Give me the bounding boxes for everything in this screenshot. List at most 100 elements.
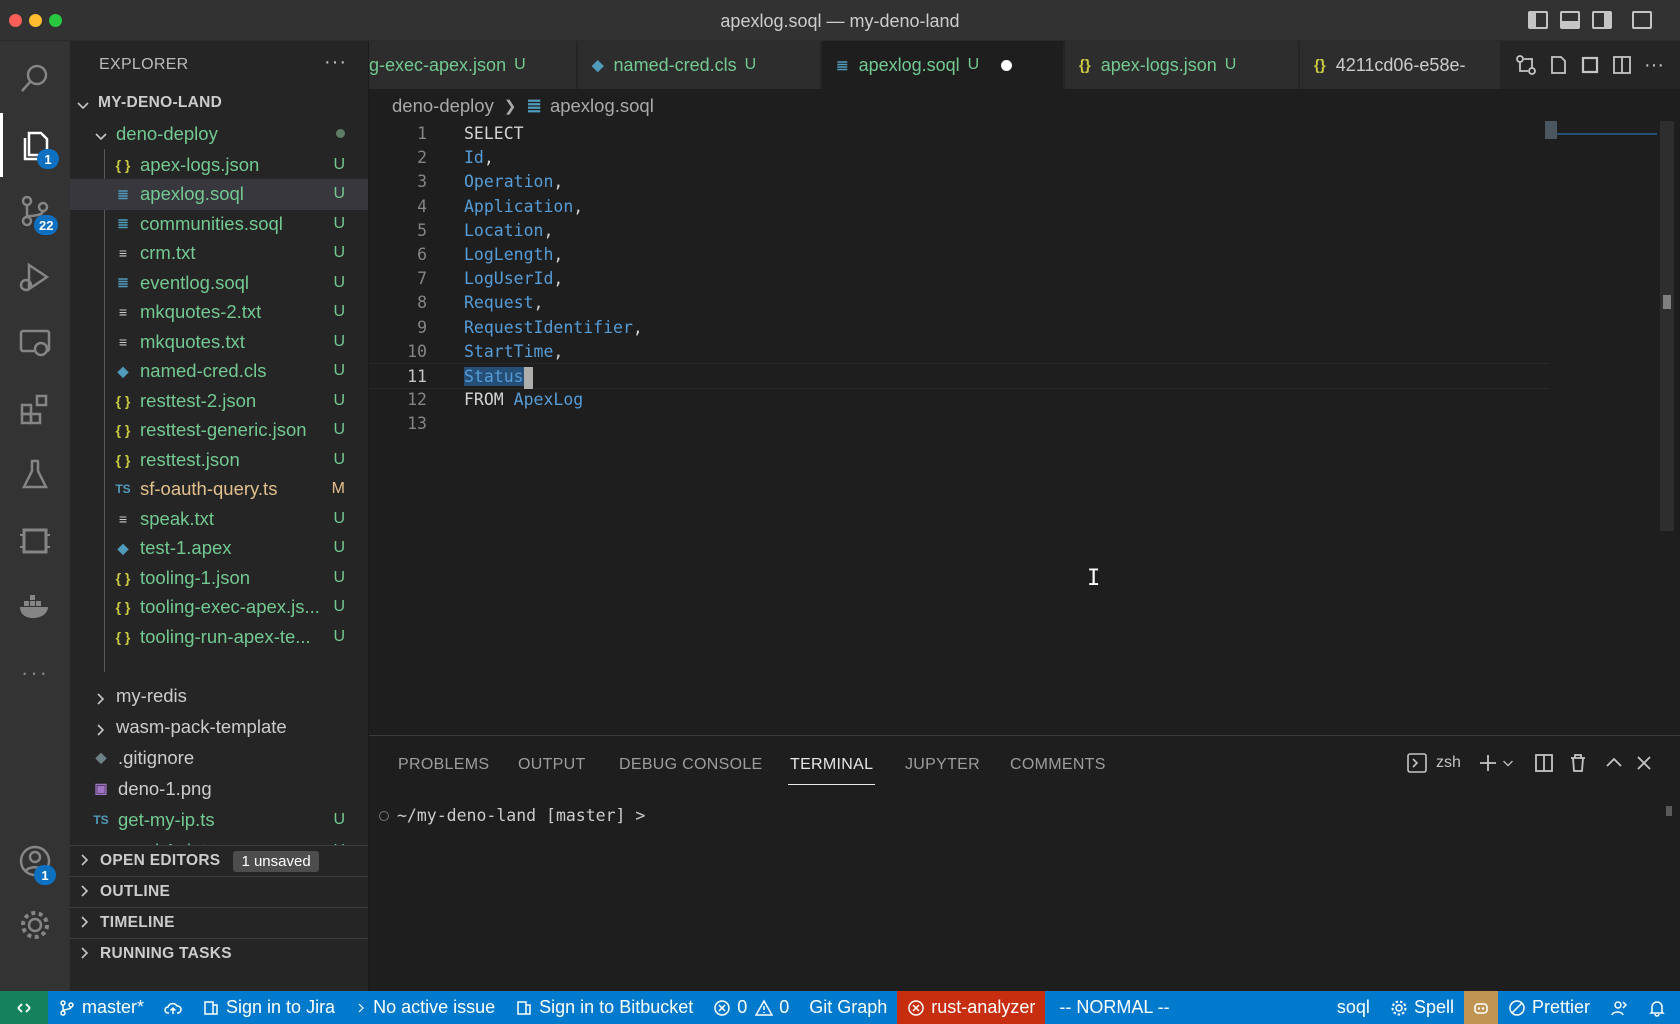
running-tasks-section[interactable]: RUNNING TASKS <box>70 938 368 969</box>
problems-indicator[interactable]: 0 0 <box>703 991 799 1024</box>
code-line[interactable]: 11 Status <box>369 363 1549 389</box>
live-share-item[interactable] <box>1600 991 1638 1024</box>
explorer-more-actions-icon[interactable]: ··· <box>324 51 347 74</box>
file-item[interactable]: TS sf-oauth-query.ts M <box>70 474 368 505</box>
copilot-status[interactable] <box>1463 991 1498 1024</box>
file-item[interactable]: ≡ crm.txt U <box>70 238 368 269</box>
source-control-icon[interactable]: 22 <box>0 179 70 243</box>
open-changes-icon[interactable] <box>1547 54 1569 76</box>
docker-icon[interactable] <box>0 575 70 639</box>
code-line[interactable]: 7 LogUserId, <box>369 266 1549 292</box>
code-line[interactable]: 12 FROM ApexLog <box>369 387 1549 413</box>
close-panel-icon[interactable] <box>1633 752 1655 774</box>
unsaved-dot-icon[interactable] <box>1001 59 1013 71</box>
code-line[interactable]: 9 RequestIdentifier, <box>369 315 1549 341</box>
tab-apex-logs-json[interactable]: {} apex-logs.json U <box>1065 41 1299 89</box>
testing-flask-icon[interactable] <box>0 443 70 507</box>
code-line[interactable]: 5 Location, <box>369 218 1549 244</box>
extensions-icon[interactable] <box>0 377 70 441</box>
code-line[interactable]: 2 Id, <box>369 145 1549 171</box>
tab-tooling-exec-apex-json[interactable]: g-exec-apex.json U <box>369 41 577 89</box>
notifications-item[interactable] <box>1638 991 1680 1024</box>
code-line[interactable]: 13 <box>369 411 1549 437</box>
compare-changes-icon[interactable] <box>1515 54 1537 76</box>
git-graph-button[interactable]: Git Graph <box>799 991 897 1024</box>
toggle-primary-sidebar-icon[interactable] <box>1528 11 1548 29</box>
tab-apexlog-soql[interactable]: ≣ apexlog.soql U <box>822 41 1064 89</box>
tab-named-cred-cls[interactable]: ◆ named-cred.cls U <box>578 41 821 89</box>
settings-gear-icon[interactable] <box>0 893 70 957</box>
file-item[interactable]: { } resttest-2.json U <box>70 385 368 416</box>
file-item[interactable]: { } resttest-generic.json U <box>70 415 368 446</box>
toggle-panel-icon[interactable] <box>1560 11 1580 29</box>
file-item[interactable]: ≡ speak.txt U <box>70 503 368 534</box>
jira-sign-in[interactable]: Sign in to Jira <box>192 991 345 1024</box>
search-icon[interactable] <box>0 47 70 111</box>
file-item[interactable]: { } apex-logs.json U <box>70 149 368 180</box>
terminal-prompt-line[interactable]: ~/my-deno-land [master] > <box>379 806 645 825</box>
language-mode-selector[interactable]: soql <box>1327 991 1380 1024</box>
remote-explorer-icon[interactable] <box>0 311 70 375</box>
file-item[interactable]: { } tooling-exec-apex.js... U <box>70 592 368 623</box>
remote-indicator[interactable] <box>0 991 48 1024</box>
new-terminal-button[interactable] <box>1477 752 1515 774</box>
file-item[interactable]: ≣ apexlog.soql U <box>70 178 368 210</box>
file-item[interactable]: { } tooling-1.json U <box>70 562 368 593</box>
timeline-section[interactable]: TIMELINE <box>70 907 368 938</box>
accounts-icon[interactable]: 1 <box>0 829 70 893</box>
terminal-shell-selector[interactable]: zsh <box>1406 752 1461 774</box>
active-issue-item[interactable]: No active issue <box>345 991 505 1024</box>
folder-my-redis[interactable]: my-redis <box>70 680 368 711</box>
kill-terminal-trash-icon[interactable] <box>1567 752 1589 774</box>
split-editor-icon[interactable] <box>1611 54 1633 76</box>
code-line[interactable]: 4 Application, <box>369 194 1549 220</box>
file-item[interactable]: { } resttest.json U <box>70 444 368 475</box>
file-item[interactable]: ≡ mkquotes-2.txt U <box>70 297 368 328</box>
file-item[interactable]: ≡ mkquotes.txt U <box>70 326 368 357</box>
open-editors-section[interactable]: OPEN EDITORS 1 unsaved <box>70 845 368 876</box>
code-editor[interactable]: 1 SELECT 2 Id, 3 Operation, 4 Application, 5 Loca… <box>369 121 1680 735</box>
code-line[interactable]: 1 SELECT <box>369 121 1549 147</box>
tab-debug-console[interactable]: DEBUG CONSOLE <box>619 756 763 774</box>
file-item[interactable]: ≣ eventlog.soql U <box>70 267 368 298</box>
file-deno-1-png[interactable]: ▣ deno-1.png <box>70 773 368 804</box>
code-line[interactable]: 3 Operation, <box>369 169 1549 195</box>
rust-analyzer-status[interactable]: rust-analyzer <box>897 991 1046 1024</box>
code-line[interactable]: 10 StartTime, <box>369 339 1549 365</box>
maximize-panel-chevron-up-icon[interactable] <box>1603 752 1625 774</box>
folder-wasm-pack-template[interactable]: wasm-pack-template <box>70 711 368 742</box>
file-get-my-ip-ts[interactable]: TS get-my-ip.ts U <box>70 804 368 835</box>
code-line[interactable]: 8 Request, <box>369 290 1549 316</box>
file-gitignore[interactable]: ◆ .gitignore <box>70 742 368 773</box>
split-terminal-icon[interactable] <box>1533 752 1555 774</box>
tab-jupyter[interactable]: JUPYTER <box>905 756 980 774</box>
file-item[interactable]: ≣ communities.soql U <box>70 208 368 239</box>
tab-problems[interactable]: PROBLEMS <box>398 756 489 774</box>
code-line[interactable]: 6 LogLength, <box>369 242 1549 268</box>
more-actions-icon[interactable]: ··· <box>1643 54 1665 76</box>
outline-section[interactable]: OUTLINE <box>70 876 368 907</box>
spell-check-item[interactable]: Spell <box>1380 991 1464 1024</box>
containers-icon[interactable] <box>0 509 70 573</box>
prettier-status[interactable]: Prettier <box>1498 991 1600 1024</box>
minimap[interactable] <box>1545 121 1660 143</box>
git-branch-item[interactable]: master* <box>48 991 154 1024</box>
folder-deno-deploy[interactable]: deno-deploy <box>70 118 368 149</box>
editor-scrollbar[interactable] <box>1660 121 1674 531</box>
tab-comments[interactable]: COMMENTS <box>1010 756 1106 774</box>
file-item[interactable]: ◆ named-cred.cls U <box>70 356 368 387</box>
sync-item[interactable] <box>154 991 192 1024</box>
breadcrumb-file[interactable]: apexlog.soql <box>550 95 654 117</box>
terminal-scrollbar[interactable] <box>1666 806 1672 816</box>
toggle-secondary-sidebar-icon[interactable] <box>1592 11 1612 29</box>
breadcrumb-folder[interactable]: deno-deploy <box>392 95 494 117</box>
file-item[interactable]: ◆ test-1.apex U <box>70 533 368 564</box>
run-debug-icon[interactable] <box>0 245 70 309</box>
more-views-icon[interactable]: ··· <box>0 641 70 705</box>
file-item[interactable]: { } tooling-run-apex-te... U <box>70 621 368 652</box>
tab-output[interactable]: OUTPUT <box>518 756 586 774</box>
tab-terminal[interactable]: TERMINAL <box>787 756 876 785</box>
explorer-icon[interactable]: 1 <box>0 113 70 177</box>
workspace-root[interactable]: MY-DENO-LAND <box>70 87 368 118</box>
bitbucket-sign-in[interactable]: Sign in to Bitbucket <box>505 991 703 1024</box>
